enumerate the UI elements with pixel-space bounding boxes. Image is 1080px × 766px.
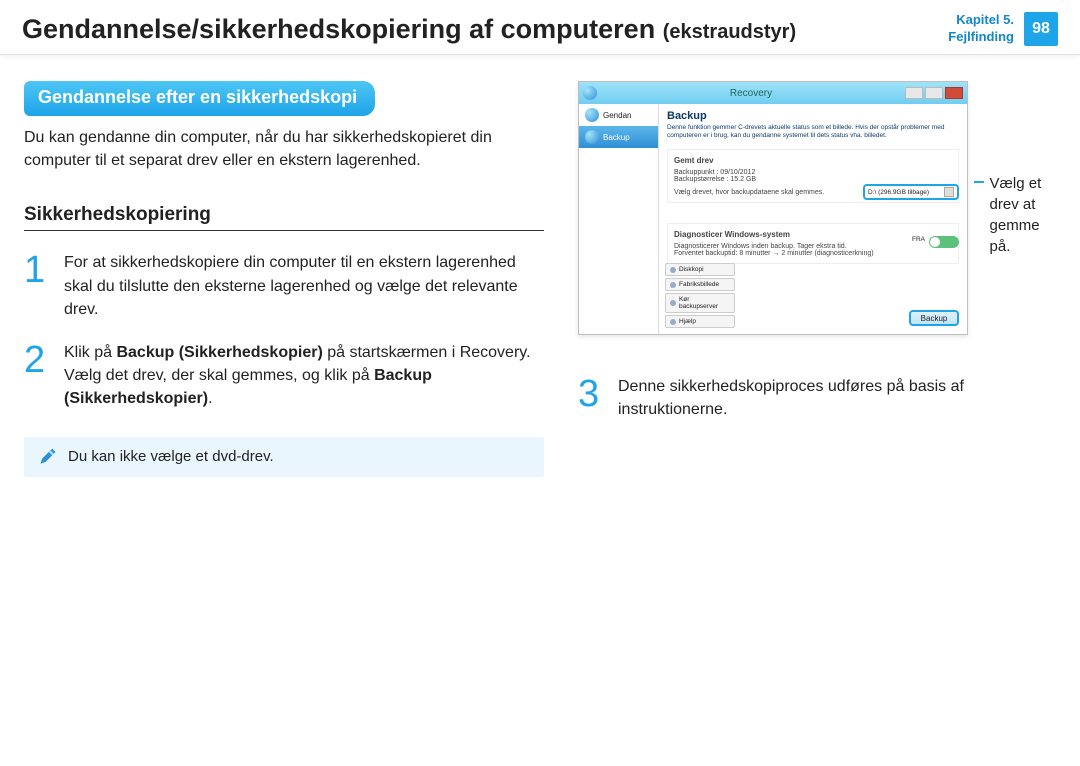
disk-copy-label: Diskkopi [679,266,704,273]
drive-select[interactable]: D:\ (296.9GB tilbage) [863,184,959,200]
callout-line [974,181,984,183]
drive-callout: Vælg et drev at gemme på. [974,173,1056,257]
note-icon [38,447,58,467]
toggle-off-label: FRA [912,236,925,243]
step-3-body: Denne sikkerhedskopiproces udføres på ba… [618,375,1056,421]
window-body: Gendan Backup Backup Denne funktion gemm… [579,104,967,334]
minimize-button[interactable] [905,87,923,99]
subheading: Sikkerhedskopiering [24,204,544,231]
step-2: 2 Klik på Backup (Sikkerhedskopier) på s… [24,341,544,411]
section-intro: Du kan gendanne din computer, når du har… [24,126,544,172]
sidebar-restore-label: Gendan [603,111,631,120]
page-title: Gendannelse/sikkerhedskopiering af compu… [22,14,948,45]
diagnose-line1: Diagnosticerer Windows inden backup. Tag… [674,243,952,250]
callout-text: Vælg et drev at gemme på. [990,173,1056,257]
step-3: 3 Denne sikkerhedskopiproces udføres på … [578,375,1056,421]
step-2-line1c: på startskærmen i Recovery. [323,344,531,361]
window-title: Recovery [597,88,905,99]
backup-button-label: Backup [921,314,948,323]
backup-size: Backupstørrelse : 15.2 GB [674,176,952,183]
window-sidebar: Gendan Backup [579,104,659,334]
step-2-line1-bold: Backup (Sikkerhedskopier) [116,344,322,361]
step-2-line2c: . [208,390,212,407]
diagnose-line2: Forventet backuptid: 8 minutter → 2 minu… [674,250,952,257]
disk-icon [670,267,676,273]
backup-icon [585,130,599,144]
step-2-body: Klik på Backup (Sikkerhedskopier) på sta… [64,341,544,411]
diagnose-title: Diagnosticer Windows-system [674,230,952,239]
recovery-window: Recovery Gendan [578,81,968,335]
window-buttons [905,87,963,99]
main-desc: Denne funktion gemmer C-drevets aktuelle… [667,124,959,141]
run-backup-label: Kør backupserver [679,296,730,310]
note-text: Du kan ikke vælge et dvd-drev. [68,448,274,465]
left-column: Gendannelse efter en sikkerhedskopi Du k… [24,81,544,477]
backup-button[interactable]: Backup [909,310,959,326]
main-heading: Backup [667,110,959,122]
sidebar-item-backup[interactable]: Backup [579,126,658,148]
server-icon [670,300,676,306]
drive-select-value: D:\ (296.9GB tilbage) [868,189,929,196]
diagnose-toggle[interactable] [929,236,959,248]
step-2-number: 2 [24,341,52,411]
disk-copy-button[interactable]: Diskkopi [665,263,735,276]
chapter-label: Kapitel 5. Fejlfinding [948,12,1014,46]
saved-drive-title: Gemt drev [674,156,952,165]
page-header: Gendannelse/sikkerhedskopiering af compu… [0,0,1080,55]
factory-icon [670,282,676,288]
maximize-button[interactable] [925,87,943,99]
note-box: Du kan ikke vælge et dvd-drev. [24,437,544,477]
step-2-line1a: Klik på [64,344,116,361]
step-3-number: 3 [578,375,606,421]
step-1-number: 1 [24,251,52,321]
factory-image-label: Fabriksbillede [679,281,719,288]
help-icon [670,319,676,325]
right-column: Recovery Gendan [578,81,1056,477]
backup-point: Backuppunkt : 09/10/2012 [674,169,952,176]
section-heading-pill: Gendannelse efter en sikkerhedskopi [24,81,375,116]
close-button[interactable] [945,87,963,99]
sidebar-backup-label: Backup [603,133,630,142]
bottom-buttons: Diskkopi Fabriksbillede Kør backupserver… [665,261,735,328]
step-1-body: For at sikkerhedskopiere din computer ti… [64,251,544,321]
chapter-line2: Fejlfinding [948,29,1014,46]
step-1: 1 For at sikkerhedskopiere din computer … [24,251,544,321]
screenshot-wrap: Recovery Gendan [578,81,1056,335]
help-button[interactable]: Hjælp [665,315,735,328]
title-sub: (ekstraudstyr) [663,21,796,43]
diagnose-panel: Diagnosticer Windows-system Diagnosticer… [667,223,959,264]
run-backup-button[interactable]: Kør backupserver [665,293,735,313]
chapter-line1: Kapitel 5. [948,12,1014,29]
restore-icon [585,108,599,122]
app-icon [583,86,597,100]
chevron-down-icon [944,187,954,197]
step-2-line2a: Vælg det drev, der skal gemmes, og klik … [64,367,374,384]
sidebar-item-restore[interactable]: Gendan [579,104,658,126]
page-number: 98 [1024,12,1058,46]
window-titlebar: Recovery [579,82,967,104]
help-label: Hjælp [679,318,696,325]
window-main: Backup Denne funktion gemmer C-drevets a… [659,104,967,334]
factory-image-button[interactable]: Fabriksbillede [665,278,735,291]
title-main: Gendannelse/sikkerhedskopiering af compu… [22,14,655,44]
